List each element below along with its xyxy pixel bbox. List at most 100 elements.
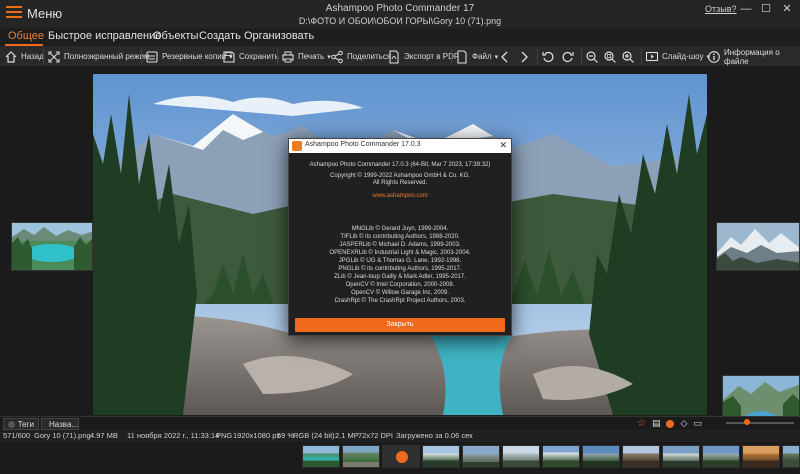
filmstrip-thumbnail[interactable]: [502, 445, 540, 468]
thumbnail-preview[interactable]: [722, 375, 800, 417]
flag-icon[interactable]: ▤: [652, 418, 661, 429]
tags-button[interactable]: Теги: [3, 418, 39, 430]
print-label: Печать: [298, 52, 325, 61]
tab-create[interactable]: Создать: [199, 30, 241, 42]
fullscreen-button[interactable]: Полноэкранный режим: [47, 48, 149, 65]
tag-icon[interactable]: ◇: [680, 418, 687, 429]
credit-line: TIFLib © its contributing Authors, 1988-…: [340, 234, 460, 240]
print-button[interactable]: Печать ▾: [281, 48, 331, 65]
filmstrip-thumbnail-current[interactable]: [382, 445, 420, 468]
backup-icon: [146, 50, 158, 63]
filmstrip-thumbnail[interactable]: [742, 445, 780, 468]
filmstrip-thumbnail[interactable]: [782, 445, 800, 468]
filmstrip-thumbnail[interactable]: [342, 445, 380, 468]
filmstrip-thumbnail[interactable]: [302, 445, 340, 468]
rotate-right-button[interactable]: [561, 48, 575, 65]
home-icon: [5, 50, 17, 63]
tag-icon: [8, 420, 15, 428]
close-button[interactable]: ✕: [779, 3, 795, 15]
printer-icon: [282, 51, 294, 62]
slideshow-label: Слайд-шоу: [662, 52, 704, 61]
file-date: 11 ноября 2022 г., 11:33:14: [127, 431, 220, 440]
star-icon[interactable]: ☆: [637, 418, 646, 429]
toolbar-divider: [141, 49, 142, 64]
filmstrip-thumbnail[interactable]: [542, 445, 580, 468]
export-pdf-button[interactable]: Экспорт в PDF: [387, 48, 459, 65]
minimize-button[interactable]: —: [738, 3, 754, 15]
file-size: 4.97 MB: [90, 431, 118, 440]
dialog-close-icon[interactable]: ✕: [499, 140, 507, 151]
valley-image: [723, 376, 799, 416]
info-icon: [708, 50, 720, 63]
dialog-title: Ashampoo Photo Commander 17.0.3: [305, 141, 421, 148]
back-button[interactable]: Назад: [4, 48, 44, 65]
rotate-right-icon: [562, 51, 574, 62]
load-time: Загружено за 0.06 сек: [396, 431, 473, 440]
monitor-icon[interactable]: ▭: [693, 418, 702, 429]
file-format: PNG: [216, 431, 233, 440]
toolbar-divider: [641, 49, 642, 64]
zoom-fit-icon: [604, 50, 616, 63]
credit-line: JPGLib © IJG & Thomas G. Lane, 1992-1998…: [338, 258, 462, 264]
filmstrip-thumbnail[interactable]: [702, 445, 740, 468]
next-button[interactable]: [517, 48, 531, 65]
toolbar-divider: [451, 49, 452, 64]
filmstrip-thumbnail[interactable]: [462, 445, 500, 468]
credit-line: OpenCV © Willow Garage Inc, 2009.: [351, 290, 449, 296]
toolbar: Назад Полноэкранный режим Резервные копи…: [0, 46, 800, 67]
file-icon: [457, 49, 467, 64]
zoom-out-button[interactable]: [585, 48, 599, 65]
next-image-thumbnail[interactable]: [716, 222, 800, 271]
previous-image-thumbnail[interactable]: [11, 222, 93, 271]
rotate-left-button[interactable]: [541, 48, 555, 65]
tab-general[interactable]: Общее: [8, 30, 44, 42]
slider-handle[interactable]: [744, 419, 750, 425]
title-bar: Меню Ashampoo Photo Commander 17 D:\ФОТО…: [0, 0, 800, 28]
filmstrip-thumbnail[interactable]: [622, 445, 660, 468]
slideshow-button[interactable]: Слайд-шоу ▾: [645, 48, 710, 65]
thumbnail-size-slider[interactable]: [726, 422, 794, 424]
website-link[interactable]: www.ashampoo.com: [289, 193, 511, 200]
name-label: Назва...: [49, 419, 79, 429]
copyright-text: Copyright © 1999-2022 Ashampoo GmbH & Co…: [330, 173, 470, 179]
filmstrip-thumbnail[interactable]: [422, 445, 460, 468]
file-info-button[interactable]: Информация о файле: [707, 48, 800, 66]
credit-line: OpenCV © Intel Corporation, 2000-2008.: [345, 282, 455, 288]
feedback-link[interactable]: Отзыв?: [705, 4, 737, 14]
zoom-fit-button[interactable]: [603, 48, 617, 65]
filmstrip-thumbnail[interactable]: [582, 445, 620, 468]
credit-line: ZLib © Jean-loup Gailly & Mark Adler, 19…: [334, 274, 466, 280]
tab-organize[interactable]: Организовать: [244, 30, 314, 42]
rotate-left-icon: [542, 51, 554, 62]
save-label: Сохранить: [239, 52, 279, 61]
credit-line: PNGLib © its contributing Authors, 1995-…: [338, 266, 462, 272]
credit-line: OPENEXRLib © Industrial Light & Magic, 2…: [329, 250, 471, 256]
share-button[interactable]: Поделиться: [330, 48, 391, 65]
save-button[interactable]: Сохранить: [222, 48, 279, 65]
file-name: Gory 10 (71).png: [34, 431, 91, 440]
ashampoo-logo-icon: [292, 141, 302, 151]
zoom-in-button[interactable]: [621, 48, 635, 65]
file-menu-button[interactable]: Файл ▾: [455, 48, 498, 65]
credit-line: MNGLib © Gerard Juyn, 1999-2004.: [351, 226, 449, 232]
toolbar-divider: [537, 49, 538, 64]
previous-button[interactable]: [498, 48, 512, 65]
zoom-out-icon: [586, 50, 598, 63]
backups-button[interactable]: Резервные копии ▾: [145, 48, 233, 65]
tab-quick-fix[interactable]: Быстрое исправление: [48, 30, 161, 42]
version-text: Ashampoo Photo Commander 17.0.3 (64-Bit,…: [309, 162, 491, 168]
filmstrip-thumbnail[interactable]: [662, 445, 700, 468]
maximize-button[interactable]: ☐: [758, 3, 774, 15]
lake-image: [12, 223, 92, 270]
zoom-level: 59 %: [277, 431, 295, 440]
current-indicator-icon: [396, 451, 408, 463]
tab-objects[interactable]: Объекты: [153, 30, 198, 42]
fullscreen-icon: [48, 50, 60, 63]
megapixels: 2.1 MP: [335, 431, 359, 440]
dpi: 72x72 DPI: [358, 431, 394, 440]
dialog-close-button[interactable]: Закрыть: [295, 318, 505, 332]
filmstrip: [0, 442, 800, 474]
color-label-icon[interactable]: [666, 419, 675, 428]
name-button[interactable]: Назва...: [41, 418, 79, 430]
toolbar-divider: [581, 49, 582, 64]
